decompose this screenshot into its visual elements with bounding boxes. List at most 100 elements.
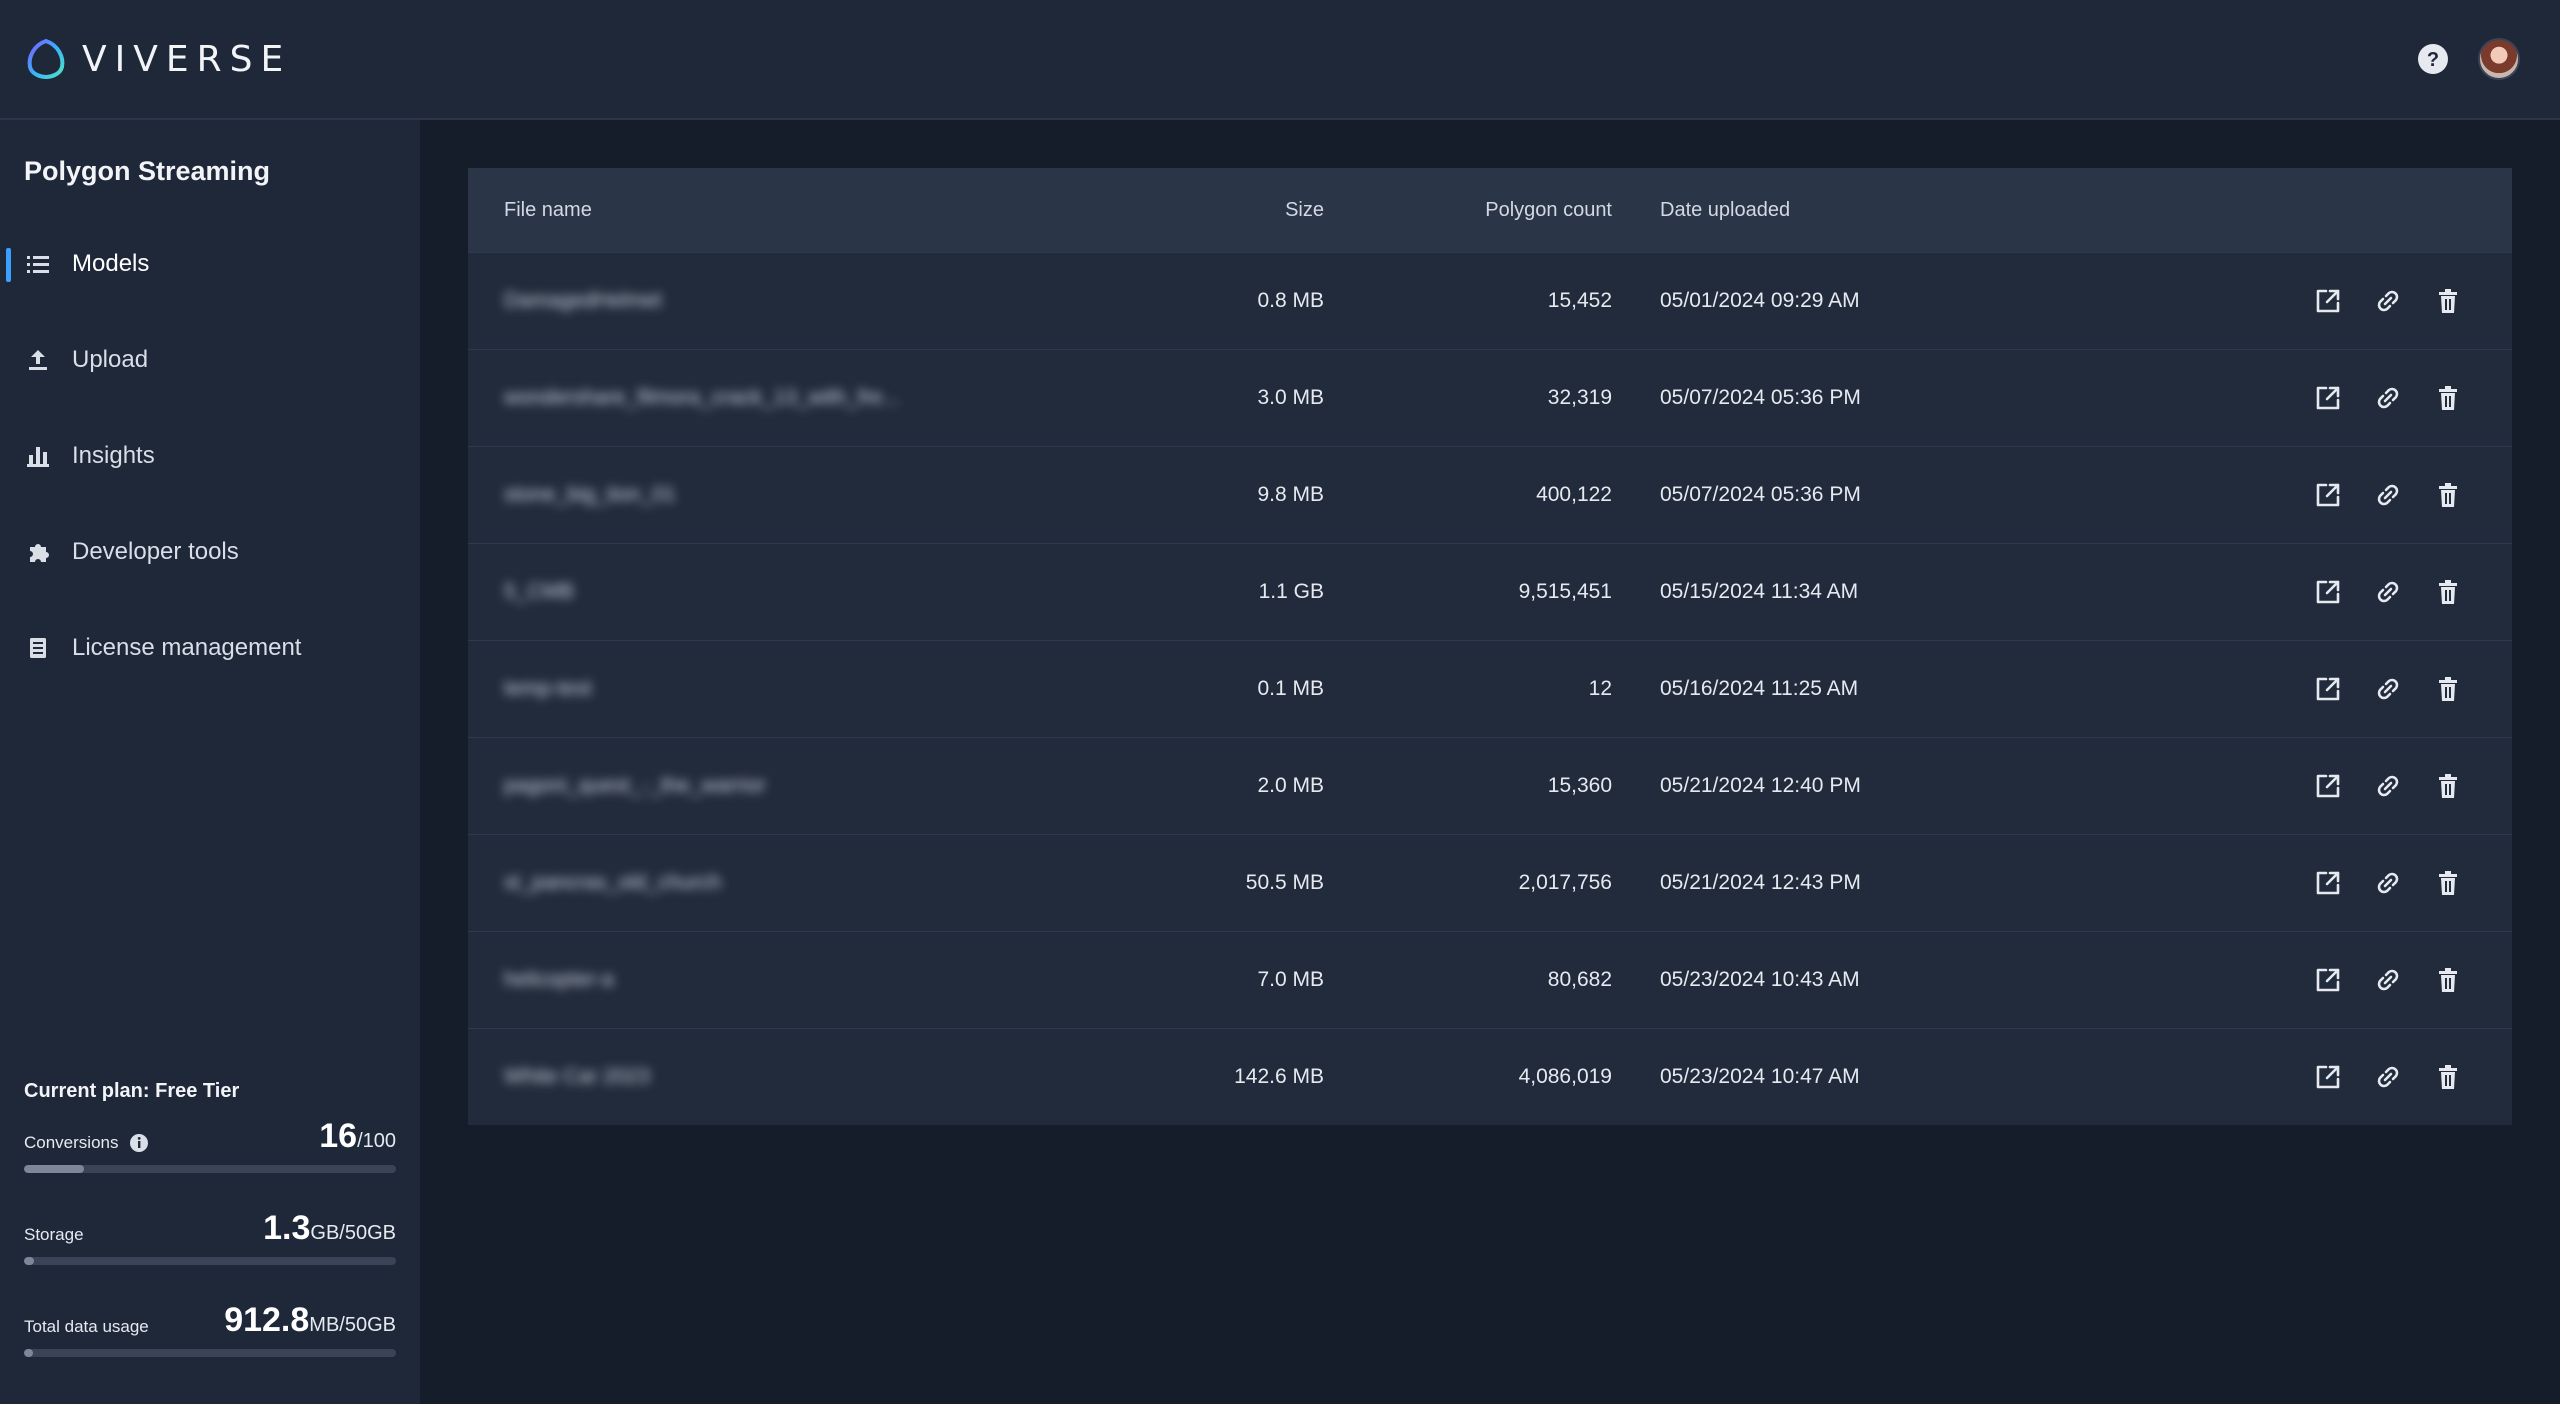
sidebar-title: Polygon Streaming xyxy=(24,156,271,186)
file-name[interactable]: st_pancras_old_church xyxy=(468,871,1028,895)
row-actions xyxy=(2212,675,2512,703)
column-header-polygon-count[interactable]: Polygon count xyxy=(1324,199,1612,222)
row-actions xyxy=(2212,966,2512,994)
sidebar-item-label: Upload xyxy=(72,346,149,373)
file-size: 50.5 MB xyxy=(1245,871,1324,894)
link-icon[interactable] xyxy=(2374,384,2402,412)
file-name[interactable]: helicopter-a xyxy=(468,968,1028,992)
open-external-icon[interactable] xyxy=(2314,384,2342,412)
open-external-icon[interactable] xyxy=(2314,675,2342,703)
link-icon[interactable] xyxy=(2374,966,2402,994)
polygon-count: 15,360 xyxy=(1547,774,1612,797)
open-external-icon[interactable] xyxy=(2314,287,2342,315)
link-icon[interactable] xyxy=(2374,675,2402,703)
trash-icon[interactable] xyxy=(2434,287,2462,315)
upload-icon xyxy=(26,348,50,372)
table-row[interactable]: White Car 2023 142.6 MB 4,086,019 05/23/202… xyxy=(468,1028,2512,1125)
meter-label: Conversions xyxy=(24,1133,119,1152)
list-icon xyxy=(26,252,50,276)
avatar[interactable] xyxy=(2478,38,2520,80)
table-row[interactable]: st_pancras_old_church 50.5 MB 2,017,756 05/… xyxy=(468,834,2512,931)
trash-icon[interactable] xyxy=(2434,966,2462,994)
meter-value: 16 xyxy=(319,1117,358,1155)
table-row[interactable]: 5_CMB 1.1 GB 9,515,451 05/15/2024 11:34 AM xyxy=(468,543,2512,640)
file-size: 0.8 MB xyxy=(1257,289,1324,312)
date-uploaded: 05/07/2024 05:36 PM xyxy=(1660,483,1861,506)
file-name[interactable]: wondershare_filmora_crack_13_with_fre... xyxy=(468,386,1028,410)
progress-fill xyxy=(24,1349,34,1357)
sidebar-item-label: License management xyxy=(72,634,302,661)
help-icon[interactable]: ? xyxy=(2416,42,2450,76)
trash-icon[interactable] xyxy=(2434,384,2462,412)
trash-icon[interactable] xyxy=(2434,869,2462,897)
open-external-icon[interactable] xyxy=(2314,772,2342,800)
meter-suffix: MB/50GB xyxy=(309,1314,396,1336)
file-size: 2.0 MB xyxy=(1257,774,1324,797)
trash-icon[interactable] xyxy=(2434,772,2462,800)
file-name[interactable]: temp-test xyxy=(468,677,1028,701)
link-icon[interactable] xyxy=(2374,1063,2402,1091)
open-external-icon[interactable] xyxy=(2314,966,2342,994)
viverse-logo-icon xyxy=(27,38,65,80)
polygon-count: 32,319 xyxy=(1547,386,1612,409)
row-actions xyxy=(2212,481,2512,509)
column-header-date-uploaded[interactable]: Date uploaded xyxy=(1612,199,2212,222)
link-icon[interactable] xyxy=(2374,481,2402,509)
file-size: 9.8 MB xyxy=(1257,483,1324,506)
table-row[interactable]: wondershare_filmora_crack_13_with_fre...… xyxy=(468,349,2512,446)
meter-value: 1.3 xyxy=(263,1209,311,1247)
progress-fill xyxy=(24,1165,84,1173)
sidebar-item-label: Insights xyxy=(72,442,155,469)
top-bar: VIVERSE ? xyxy=(0,0,2560,120)
link-icon[interactable] xyxy=(2374,869,2402,897)
polygon-count: 4,086,019 xyxy=(1518,1065,1612,1088)
conversions-meter: Conversions 16 /100 xyxy=(24,1117,396,1209)
polygon-count: 15,452 xyxy=(1547,289,1612,312)
table-row[interactable]: helicopter-a 7.0 MB 80,682 05/23/2024 10:43… xyxy=(468,931,2512,1028)
file-name[interactable]: 5_CMB xyxy=(468,580,1028,604)
brand-name: VIVERSE xyxy=(82,38,292,80)
puzzle-icon xyxy=(26,540,50,564)
polygon-count: 80,682 xyxy=(1547,968,1612,991)
sidebar-item-models[interactable]: Models xyxy=(0,216,420,312)
file-size: 142.6 MB xyxy=(1234,1065,1324,1088)
file-name[interactable]: White Car 2023 xyxy=(468,1065,1028,1089)
column-header-file-name[interactable]: File name xyxy=(468,199,1028,222)
link-icon[interactable] xyxy=(2374,287,2402,315)
trash-icon[interactable] xyxy=(2434,1063,2462,1091)
sidebar-item-license-management[interactable]: License management xyxy=(0,600,420,696)
column-header-size[interactable]: Size xyxy=(1028,199,1324,222)
open-external-icon[interactable] xyxy=(2314,1063,2342,1091)
table-row[interactable]: pagoni_quest_-_the_warrior 2.0 MB 15,360 05… xyxy=(468,737,2512,834)
polygon-count: 12 xyxy=(1588,677,1612,700)
table-row[interactable]: DamagedHelmet 0.8 MB 15,452 05/01/2024 09:2… xyxy=(468,252,2512,349)
date-uploaded: 05/21/2024 12:40 PM xyxy=(1660,774,1861,797)
open-external-icon[interactable] xyxy=(2314,481,2342,509)
file-name[interactable]: DamagedHelmet xyxy=(468,289,1028,313)
row-actions xyxy=(2212,772,2512,800)
link-icon[interactable] xyxy=(2374,772,2402,800)
trash-icon[interactable] xyxy=(2434,675,2462,703)
table-row[interactable]: stone_big_tion_01 9.8 MB 400,122 05/07/2024… xyxy=(468,446,2512,543)
open-external-icon[interactable] xyxy=(2314,869,2342,897)
link-icon[interactable] xyxy=(2374,578,2402,606)
sidebar-item-insights[interactable]: Insights xyxy=(0,408,420,504)
file-name[interactable]: pagoni_quest_-_the_warrior xyxy=(468,774,1028,798)
file-size: 1.1 GB xyxy=(1258,580,1324,603)
info-icon[interactable] xyxy=(129,1133,149,1153)
trash-icon[interactable] xyxy=(2434,481,2462,509)
sidebar-item-developer-tools[interactable]: Developer tools xyxy=(0,504,420,600)
progress-track xyxy=(24,1165,396,1173)
sidebar-nav: Models Upload Insights Developer tools L… xyxy=(0,216,420,696)
meter-suffix: GB/50GB xyxy=(310,1222,396,1244)
open-external-icon[interactable] xyxy=(2314,578,2342,606)
brand[interactable]: VIVERSE xyxy=(24,37,291,81)
file-name[interactable]: stone_big_tion_01 xyxy=(468,483,1028,507)
date-uploaded: 05/01/2024 09:29 AM xyxy=(1660,289,1860,312)
sidebar-item-label: Developer tools xyxy=(72,538,239,565)
trash-icon[interactable] xyxy=(2434,578,2462,606)
table-row[interactable]: temp-test 0.1 MB 12 05/16/2024 11:25 AM xyxy=(468,640,2512,737)
row-actions xyxy=(2212,384,2512,412)
sidebar-item-upload[interactable]: Upload xyxy=(0,312,420,408)
meter-value: 912.8 xyxy=(224,1301,310,1339)
